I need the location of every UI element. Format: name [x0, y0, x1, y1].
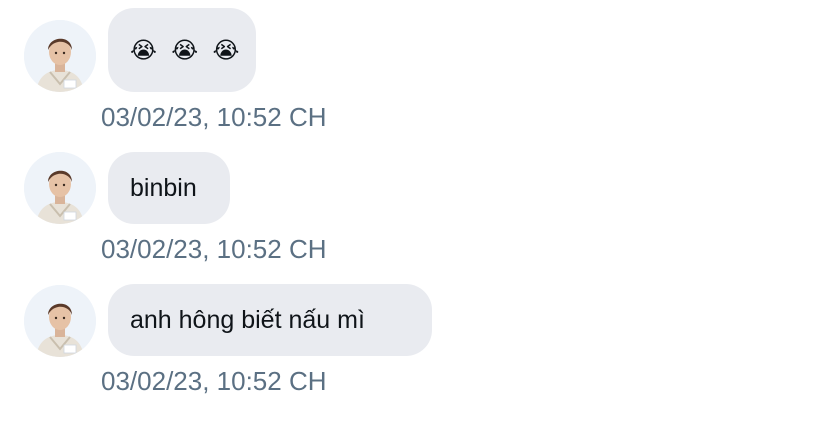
avatar-photo-icon	[24, 285, 96, 357]
message-bubble[interactable]: 😭 😭 😭	[108, 8, 256, 92]
avatar-photo-icon	[24, 20, 96, 92]
message-timestamp: 03/02/23, 10:52 CH	[101, 366, 327, 396]
message-bubble[interactable]: binbin	[108, 152, 230, 224]
avatar[interactable]	[24, 285, 96, 357]
message-text: anh hông biết nấu mì	[130, 306, 365, 334]
message-bubble[interactable]: anh hông biết nấu mì	[108, 284, 432, 356]
avatar[interactable]	[24, 20, 96, 92]
message-text: 😭 😭 😭	[130, 37, 244, 63]
avatar-photo-icon	[24, 152, 96, 224]
message-timestamp: 03/02/23, 10:52 CH	[101, 234, 327, 264]
message-text: binbin	[130, 174, 197, 202]
avatar[interactable]	[24, 152, 96, 224]
message-timestamp: 03/02/23, 10:52 CH	[101, 102, 327, 132]
